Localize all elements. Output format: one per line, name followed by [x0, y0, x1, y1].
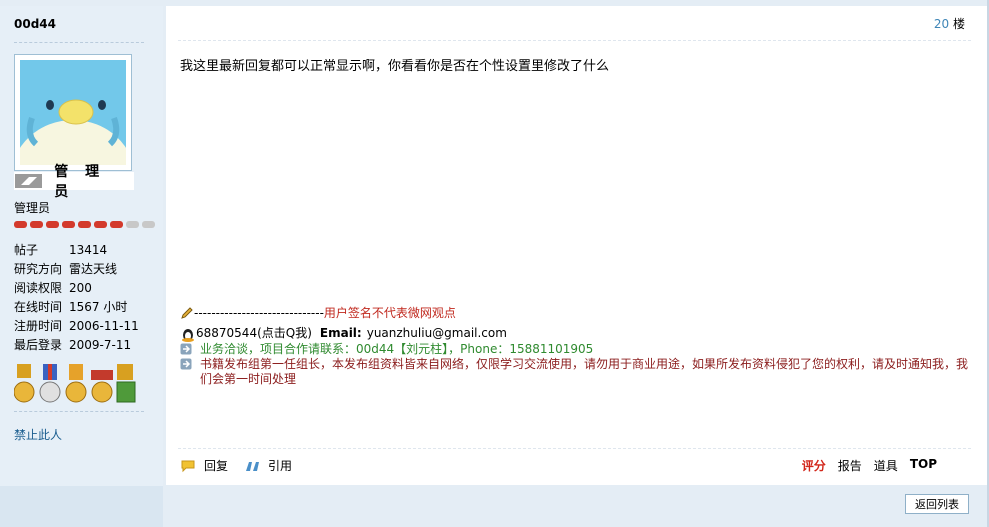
- stat-row: 帖子 13414: [14, 240, 139, 259]
- reply-label: 回复: [204, 459, 229, 473]
- avatar-title: 管 理 员: [54, 164, 106, 200]
- stat-value: 200: [69, 280, 92, 295]
- business-contact: 业务洽谈，项目合作请联系：00d44【刘元柱】，Phone：1588110190…: [200, 342, 594, 356]
- speech-bubble-icon: [181, 460, 195, 472]
- qq-number[interactable]: 68870544: [196, 326, 257, 341]
- signature-contact: 68870544 (点击Q我) Email: yuanzhuliu@gmail.…: [180, 326, 975, 342]
- rate-link[interactable]: 评分: [802, 457, 826, 474]
- stat-label: 注册时间: [14, 319, 63, 333]
- medal-icon: [65, 364, 87, 403]
- rank-star-icon: [78, 221, 91, 228]
- reply-button[interactable]: 回复: [180, 457, 228, 474]
- stat-label: 研究方向: [14, 262, 63, 276]
- medal-icon: [116, 364, 136, 403]
- floor-number: 20: [933, 17, 950, 31]
- rank-star-icon: [62, 221, 75, 228]
- rank-star-icon: [110, 221, 123, 228]
- post-message: 我这里最新回复都可以正常显示啊，你看看你是否在个性设置里修改了什么: [180, 59, 610, 74]
- signature-business: 业务洽谈，项目合作请联系：00d44【刘元柱】，Phone：1588110190…: [180, 342, 975, 357]
- rank-star-icon: [46, 221, 59, 228]
- bottom-sidebar-strip: [0, 486, 163, 527]
- rank-star-icon: [142, 221, 155, 228]
- stat-row: 阅读权限 200: [14, 278, 139, 297]
- ban-user-link[interactable]: 禁止此人: [14, 426, 62, 443]
- stat-row: 研究方向 雷达天线: [14, 259, 139, 278]
- post-content: 20 楼 我这里最新回复都可以正常显示啊，你看看你是否在个性设置里修改了什么 -…: [166, 6, 987, 485]
- stat-label: 在线时间: [14, 300, 63, 314]
- arrow-right-icon: [180, 358, 192, 370]
- quote-icon: [246, 461, 260, 471]
- signature-separator: ------------------------------: [194, 306, 324, 320]
- admin-badge-icon: [15, 174, 43, 188]
- stat-value: 13414: [69, 242, 108, 257]
- stat-value: 1567 小时: [69, 300, 128, 314]
- post-tools: 评分 报告 道具 TOP: [802, 457, 937, 474]
- sidebar-divider: [14, 411, 144, 412]
- medal-row-icon: [14, 364, 136, 403]
- avatar[interactable]: [14, 54, 132, 171]
- stat-value: 2009-7-11: [69, 337, 132, 352]
- qq-penguin-icon[interactable]: [180, 326, 196, 342]
- stat-value: 雷达天线: [69, 262, 118, 276]
- author-sidebar: 00d44 管 理 员 管理员 帖子 13414 研究方向 雷达天线 阅读权限 200 在线…: [0, 6, 163, 486]
- author-username[interactable]: 00d44: [14, 17, 56, 31]
- stat-value: 2006-11-11: [69, 318, 139, 333]
- signature: ------------------------------ 用户签名不代表微网…: [180, 306, 975, 387]
- report-link[interactable]: 报告: [838, 457, 862, 474]
- post-actions: 回复 引用: [180, 457, 308, 474]
- medal-icon: [91, 370, 113, 403]
- rank-stars: [14, 221, 155, 228]
- signature-notice: 书籍发布组第一任组长，本发布组资料皆来自网络，仅限学习交流使用，请勿用于商业用途…: [180, 357, 975, 387]
- stat-row: 在线时间 1567 小时: [14, 297, 139, 316]
- medal-icon: [39, 364, 61, 403]
- medal-icon: [14, 364, 35, 403]
- rank-star-icon: [126, 221, 139, 228]
- top-link[interactable]: TOP: [910, 457, 937, 474]
- rank-star-icon: [14, 221, 27, 228]
- stat-row: 注册时间 2006-11-11: [14, 316, 139, 335]
- signature-header: ------------------------------ 用户签名不代表微网…: [180, 306, 975, 321]
- qq-hint[interactable]: (点击Q我): [257, 326, 312, 341]
- sidebar-divider: [14, 42, 144, 43]
- admin-title-bar: 管 理 员: [14, 164, 134, 200]
- penguin-avatar-icon: [20, 60, 126, 165]
- pencil-icon: [181, 307, 193, 319]
- email-address: yuanzhuliu@gmail.com: [366, 326, 507, 340]
- author-stats: 帖子 13414 研究方向 雷达天线 阅读权限 200 在线时间 1567 小时 注册时间 200…: [14, 240, 139, 354]
- signature-disclaimer: 用户签名不代表微网观点: [323, 306, 456, 320]
- stat-row: 最后登录 2009-7-11: [14, 335, 139, 354]
- floor-label[interactable]: 20 楼: [934, 15, 965, 32]
- email-label: Email:: [319, 326, 362, 340]
- publisher-notice: 书籍发布组第一任组长，本发布组资料皆来自网络，仅限学习交流使用，请勿用于商业用途…: [200, 357, 969, 386]
- user-group: 管理员: [14, 201, 51, 215]
- quote-label: 引用: [268, 459, 293, 473]
- rank-star-icon: [94, 221, 107, 228]
- floor-suffix: 楼: [952, 17, 965, 31]
- stat-label: 阅读权限: [14, 281, 63, 295]
- content-divider: [178, 40, 971, 41]
- avatar-image: [20, 60, 126, 165]
- medals: [14, 364, 144, 406]
- content-divider: [178, 448, 971, 449]
- rank-star-icon: [30, 221, 43, 228]
- arrow-right-icon: [180, 343, 192, 355]
- back-to-list-button[interactable]: 返回列表: [905, 494, 969, 514]
- stat-label: 帖子: [14, 243, 39, 257]
- stat-label: 最后登录: [14, 338, 63, 352]
- quote-button[interactable]: 引用: [244, 457, 292, 474]
- props-link[interactable]: 道具: [874, 457, 898, 474]
